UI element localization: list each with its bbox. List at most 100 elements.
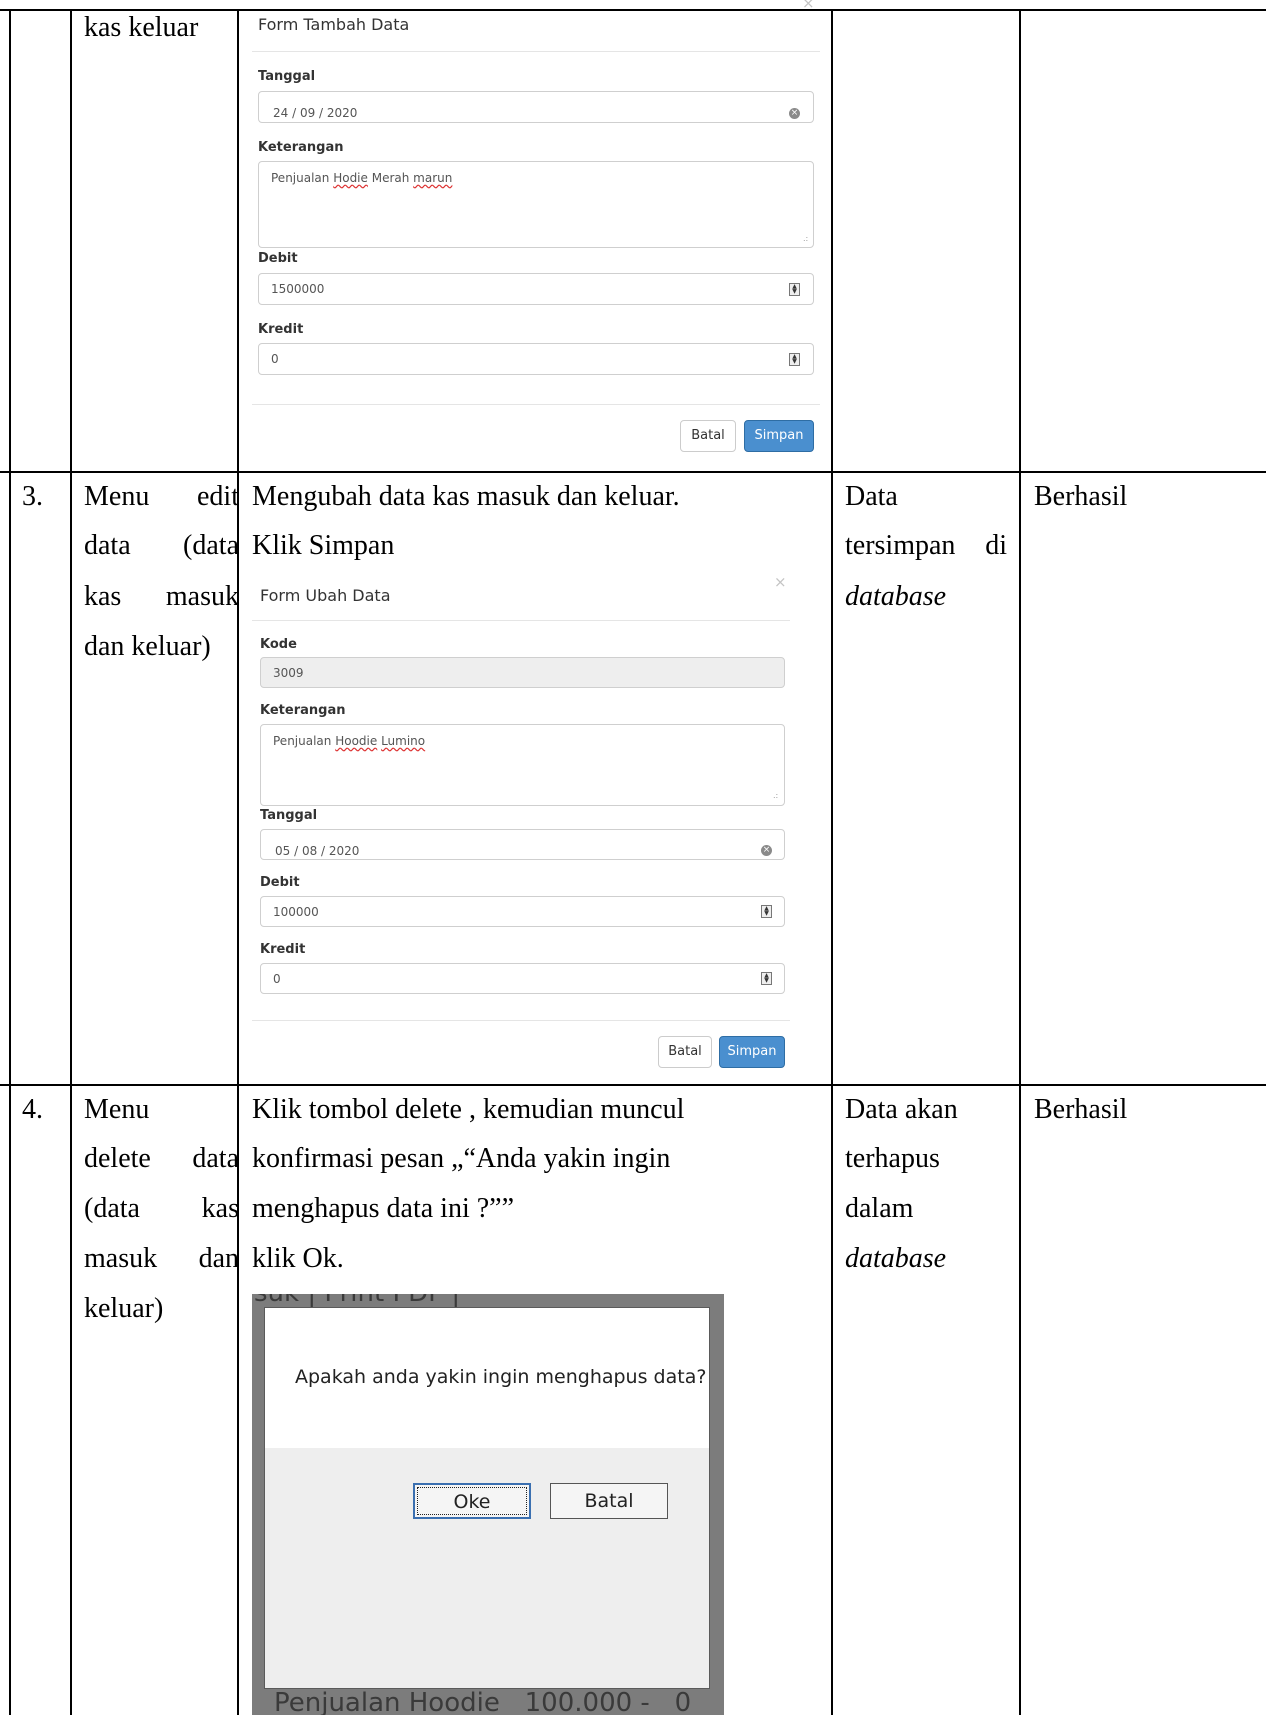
batal-button[interactable]: Batal (680, 420, 736, 452)
debit-field[interactable]: 1500000 ▲ ▼ (258, 273, 814, 305)
row4-scenario-line-3: (data kas (84, 1181, 239, 1236)
word: kas (201, 1193, 239, 1224)
background-table-text: Penjualan Hoodie 100.000 - 0 (274, 1688, 692, 1715)
simpan-button[interactable]: Simpan (719, 1036, 785, 1068)
keterangan-value: Penjualan Hoodie Lumino (273, 734, 425, 748)
word: dan (198, 1243, 239, 1274)
keterangan-text-1: Penjualan (273, 734, 336, 748)
kredit-field[interactable]: 0 ▲ ▼ (260, 963, 785, 994)
keterangan-textarea[interactable]: Penjualan Hodie Merah marun .: (258, 161, 814, 248)
word: (data (183, 530, 239, 561)
keterangan-text-2: Hodie (333, 171, 368, 185)
keterangan-text-4: marun (413, 171, 453, 185)
debit-label: Debit (258, 251, 298, 266)
col-border-4 (1019, 10, 1021, 1715)
ok-button[interactable]: Oke (413, 1483, 531, 1519)
kode-value: 3009 (273, 666, 304, 680)
close-icon[interactable]: × (774, 573, 787, 591)
row4-expected-line-4: database (845, 1243, 947, 1274)
dialog-footer: Oke Batal (265, 1448, 709, 1688)
keterangan-label: Keterangan (258, 140, 344, 155)
keterangan-value: Penjualan Hodie Merah marun (271, 171, 452, 185)
spinner-icon[interactable]: ▲ ▼ (789, 283, 800, 296)
row4-expected-line-1: Data akan (845, 1094, 958, 1125)
form-title: Form Tambah Data (258, 15, 410, 34)
row3-no: 3. (22, 481, 43, 512)
header-divider (252, 620, 790, 621)
row3-expected-line-3: database (845, 581, 947, 612)
kredit-value: 0 (273, 972, 281, 986)
row4-no: 4. (22, 1094, 43, 1125)
spinner-icon[interactable]: ▲ ▼ (761, 905, 772, 918)
kredit-value: 0 (271, 352, 279, 366)
row4-test-line-1: Klik tombol delete , kemudian muncul (252, 1094, 685, 1125)
row4-scenario-line-5: keluar) (84, 1293, 164, 1324)
row3-scenario-line-4: dan keluar) (84, 631, 211, 662)
header-divider (252, 51, 820, 52)
row4-test-line-2: konfirmasi pesan „“Anda yakin ingin (252, 1143, 671, 1174)
clear-icon[interactable]: × (789, 108, 800, 119)
debit-value: 1500000 (271, 282, 325, 296)
confirm-dialog: Apakah anda yakin ingin menghapus data? … (264, 1307, 710, 1689)
row3-scenario-line-2: data (data (84, 518, 239, 573)
row3-scenario-line-1: Menu edit (84, 469, 239, 524)
row3-test-line-2: Klik Simpan (252, 530, 395, 561)
spinner-icon[interactable]: ▲ ▼ (761, 972, 772, 985)
kredit-field[interactable]: 0 ▲ ▼ (258, 343, 814, 375)
col-border-1 (70, 10, 72, 1715)
word: kas (84, 581, 122, 612)
col-border-2 (237, 10, 239, 1715)
form-tambah-data: Form Tambah Data × Tanggal 24 / 09 / 202… (252, 0, 820, 462)
resize-grip-icon[interactable]: .: (773, 791, 778, 800)
close-icon[interactable]: × (802, 0, 815, 12)
resize-grip-icon[interactable]: .: (803, 234, 808, 243)
form-title: Form Ubah Data (260, 586, 391, 605)
footer-divider (252, 404, 820, 405)
kredit-label: Kredit (260, 942, 306, 957)
cancel-button[interactable]: Batal (550, 1483, 668, 1519)
tanggal-field[interactable]: 05 / 08 / 2020 × (260, 829, 785, 860)
row4-test-line-3: menghapus data ini ?”” (252, 1193, 515, 1224)
keterangan-textarea[interactable]: Penjualan Hoodie Lumino .: (260, 724, 785, 806)
simpan-button[interactable]: Simpan (744, 420, 814, 452)
row4-scenario-line-1: Menu (84, 1094, 150, 1125)
word: delete (84, 1143, 151, 1174)
row4-scenario-line-4: masuk dan (84, 1231, 239, 1286)
debit-field[interactable]: 100000 ▲ ▼ (260, 896, 785, 927)
row3-expected-line-2: tersimpan di (845, 518, 1007, 573)
row4-expected-line-2: terhapus (845, 1143, 940, 1174)
word: masuk (84, 1243, 158, 1274)
tanggal-value: 24 / 09 / 2020 (273, 106, 358, 120)
word: (data (84, 1193, 140, 1224)
clear-icon[interactable]: × (761, 845, 772, 856)
footer-divider (252, 1020, 790, 1021)
kredit-label: Kredit (258, 322, 304, 337)
word: masuk (165, 581, 239, 612)
row3-result: Berhasil (1034, 481, 1128, 512)
keterangan-label: Keterangan (260, 703, 346, 718)
word: tersimpan (845, 530, 956, 561)
form-ubah-data: Form Ubah Data × Kode 3009 Keterangan Pe… (252, 570, 792, 1075)
word: di (985, 530, 1007, 561)
word: edit (197, 481, 239, 512)
tanggal-value: 05 / 08 / 2020 (275, 844, 360, 858)
tanggal-field[interactable]: 24 / 09 / 2020 × (258, 91, 814, 123)
word: data (192, 1143, 239, 1174)
keterangan-text-2: Hoodie (335, 734, 378, 748)
col-border-3 (831, 10, 833, 1715)
keterangan-text-3: Merah (367, 171, 414, 185)
background-toolbar-text: suk | Print PDF | (254, 1294, 460, 1308)
row3-expected-line-1: Data (845, 481, 898, 512)
row2-scenario: kas keluar (84, 12, 199, 43)
keterangan-text-4: Lumino (381, 734, 426, 748)
debit-label: Debit (260, 875, 300, 890)
spinner-icon[interactable]: ▲ ▼ (789, 353, 800, 366)
row4-expected-line-3: dalam (845, 1193, 914, 1224)
row3-test-line-1: Mengubah data kas masuk dan keluar. (252, 481, 680, 512)
kode-label: Kode (260, 637, 297, 652)
word: data (84, 530, 131, 561)
keterangan-text-1: Penjualan (271, 171, 334, 185)
confirm-message: Apakah anda yakin ingin menghapus data? (295, 1366, 707, 1388)
kode-field[interactable]: 3009 (260, 657, 785, 688)
batal-button[interactable]: Batal (658, 1036, 712, 1068)
